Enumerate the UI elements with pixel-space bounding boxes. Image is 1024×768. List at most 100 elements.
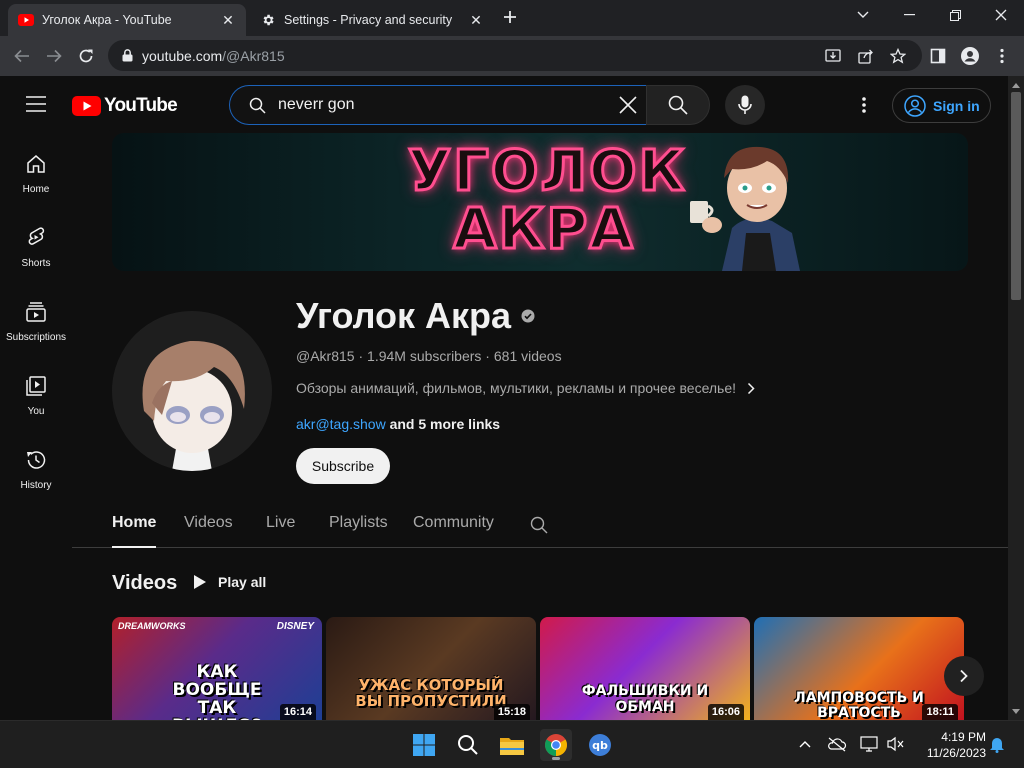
search-box[interactable]: neverr gon <box>229 85 646 125</box>
bookmark-star-icon[interactable] <box>889 47 907 65</box>
thumbnail-brand-right: DISNEY <box>276 621 314 632</box>
youtube-favicon-icon <box>18 12 34 28</box>
channel-links: akr@tag.show and 5 more links <box>296 416 500 432</box>
qbittorrent-icon[interactable]: qb <box>584 729 616 761</box>
search-button[interactable] <box>646 85 710 125</box>
section-title[interactable]: Videos <box>112 572 177 595</box>
notification-bell-icon[interactable] <box>986 733 1008 755</box>
search-input[interactable]: neverr gon <box>278 96 616 114</box>
settings-more-icon[interactable] <box>852 93 876 117</box>
share-icon[interactable] <box>857 47 875 65</box>
video-thumbnail[interactable]: ЛАМПОВОСТЬ И ВРАТОСТЬ 18:11 <box>754 617 964 720</box>
back-arrow-icon[interactable] <box>10 44 34 68</box>
banner-line: АКРА <box>452 197 635 262</box>
voice-search-button[interactable] <box>725 85 765 125</box>
guide-item-you[interactable]: You <box>0 354 72 428</box>
play-icon <box>190 572 210 592</box>
minimize-icon[interactable] <box>894 4 924 26</box>
video-thumbnail[interactable]: DREAMWORKS DISNEY КАК ВООБЩЕ ТАК ВЫШЛО? … <box>112 617 322 720</box>
tab-live[interactable]: Live <box>266 514 295 548</box>
browser-tab-bar: Уголок Акра - YouTube ✕ Settings - Priva… <box>0 0 1024 36</box>
tab-community[interactable]: Community <box>413 514 494 548</box>
guide-item-history[interactable]: History <box>0 428 72 502</box>
more-links[interactable]: and 5 more links <box>390 416 500 432</box>
address-bar[interactable]: youtube.com/@Akr815 <box>108 40 922 71</box>
chevron-right-icon <box>960 669 968 683</box>
chrome-menu-icon[interactable] <box>990 44 1014 68</box>
scrollbar-thumb[interactable] <box>1011 92 1021 300</box>
search-icon <box>668 95 688 115</box>
onedrive-offline-icon[interactable] <box>826 733 848 755</box>
channel-name-text: Уголок Акра <box>296 295 512 336</box>
channel-handle: @Akr815 <box>296 348 355 364</box>
tab-videos[interactable]: Videos <box>184 514 233 548</box>
play-all-label: Play all <box>218 574 267 590</box>
channel-name: Уголок Акра <box>296 295 535 337</box>
profile-icon[interactable] <box>958 44 982 68</box>
video-thumbnail[interactable]: ФАЛЬШИВКИ И ОБМАН 16:06 <box>540 617 750 720</box>
reload-icon[interactable] <box>74 44 98 68</box>
menu-icon[interactable] <box>24 94 48 114</box>
close-tab-icon[interactable]: ✕ <box>468 12 484 28</box>
subscriber-count: 1.94M subscribers <box>367 348 482 364</box>
tab-settings[interactable]: Settings - Privacy and security ✕ <box>250 4 494 36</box>
tab-home[interactable]: Home <box>112 514 157 548</box>
scroll-down-arrow-icon[interactable] <box>1008 704 1024 718</box>
new-tab-button[interactable] <box>500 7 520 27</box>
clear-search-icon[interactable] <box>616 93 640 117</box>
close-tab-icon[interactable]: ✕ <box>220 12 236 28</box>
close-window-icon[interactable] <box>986 4 1016 26</box>
page-scrollbar[interactable] <box>1008 76 1024 720</box>
channel-link[interactable]: akr@tag.show <box>296 416 386 432</box>
video-duration: 18:11 <box>922 704 958 720</box>
windows-taskbar: qb 4:19 PM 11/26/2023 <box>0 720 1024 768</box>
tab-title: Settings - Privacy and security <box>284 13 453 27</box>
restore-icon[interactable] <box>940 4 970 26</box>
search-icon <box>248 96 266 114</box>
banner-title: УГОЛОК АКРА <box>407 141 686 262</box>
url-host: youtube.com <box>142 47 223 64</box>
guide-label: Home <box>22 184 50 195</box>
scroll-up-arrow-icon[interactable] <box>1008 78 1024 92</box>
video-thumbnail[interactable]: УЖАС КОТОРЫЙ ВЫ ПРОПУСТИЛИ 15:18 <box>326 617 536 720</box>
tab-youtube[interactable]: Уголок Акра - YouTube ✕ <box>8 4 246 36</box>
sign-in-label: Sign in <box>933 97 980 114</box>
channel-search-icon[interactable] <box>528 514 550 536</box>
you-icon <box>24 374 48 398</box>
forward-arrow-icon[interactable] <box>42 44 66 68</box>
chrome-taskbar-icon[interactable] <box>540 729 572 761</box>
install-app-icon[interactable] <box>824 47 842 65</box>
guide-item-subscriptions[interactable]: Subscriptions <box>0 280 72 354</box>
taskbar-search-icon[interactable] <box>452 729 484 761</box>
volume-muted-icon[interactable] <box>884 733 906 755</box>
channel-description[interactable]: Обзоры анимаций, фильмов, мультики, рекл… <box>296 380 758 396</box>
youtube-logo[interactable]: YouTube <box>72 95 178 117</box>
windows-start-icon[interactable] <box>408 729 440 761</box>
taskbar-clock[interactable]: 4:19 PM 11/26/2023 <box>916 729 986 761</box>
guide-item-home[interactable]: Home <box>0 132 72 206</box>
guide-item-shorts[interactable]: Shorts <box>0 206 72 280</box>
banner-character-illustration <box>690 146 800 271</box>
history-icon <box>24 448 48 472</box>
tab-playlists[interactable]: Playlists <box>329 514 388 548</box>
video-count: 681 videos <box>493 348 562 364</box>
side-panel-icon[interactable] <box>926 44 950 68</box>
show-hidden-icons-chevron-icon[interactable] <box>794 733 816 755</box>
play-all-button[interactable]: Play all <box>190 570 266 594</box>
video-duration: 15:18 <box>493 704 530 720</box>
tab-search-dropdown-icon[interactable] <box>848 4 878 26</box>
file-explorer-icon[interactable] <box>496 729 528 761</box>
channel-banner: УГОЛОК АКРА <box>112 133 968 271</box>
chevron-right-icon <box>744 381 758 395</box>
shelf-next-button[interactable] <box>944 656 984 696</box>
lock-icon[interactable] <box>120 49 134 63</box>
account-icon <box>903 94 927 118</box>
thumbnail-brand-left: DREAMWORKS <box>118 621 186 631</box>
youtube-page: YouTube neverr gon Sign in Home Shorts S… <box>0 76 1008 720</box>
sign-in-button[interactable]: Sign in <box>892 88 991 123</box>
subscribe-button[interactable]: Subscribe <box>296 448 390 484</box>
display-icon[interactable] <box>858 733 880 755</box>
channel-avatar[interactable] <box>112 311 272 471</box>
channel-tabs: Home Videos Live Playlists Community <box>72 500 1008 548</box>
guide-label: Shorts <box>21 258 51 269</box>
